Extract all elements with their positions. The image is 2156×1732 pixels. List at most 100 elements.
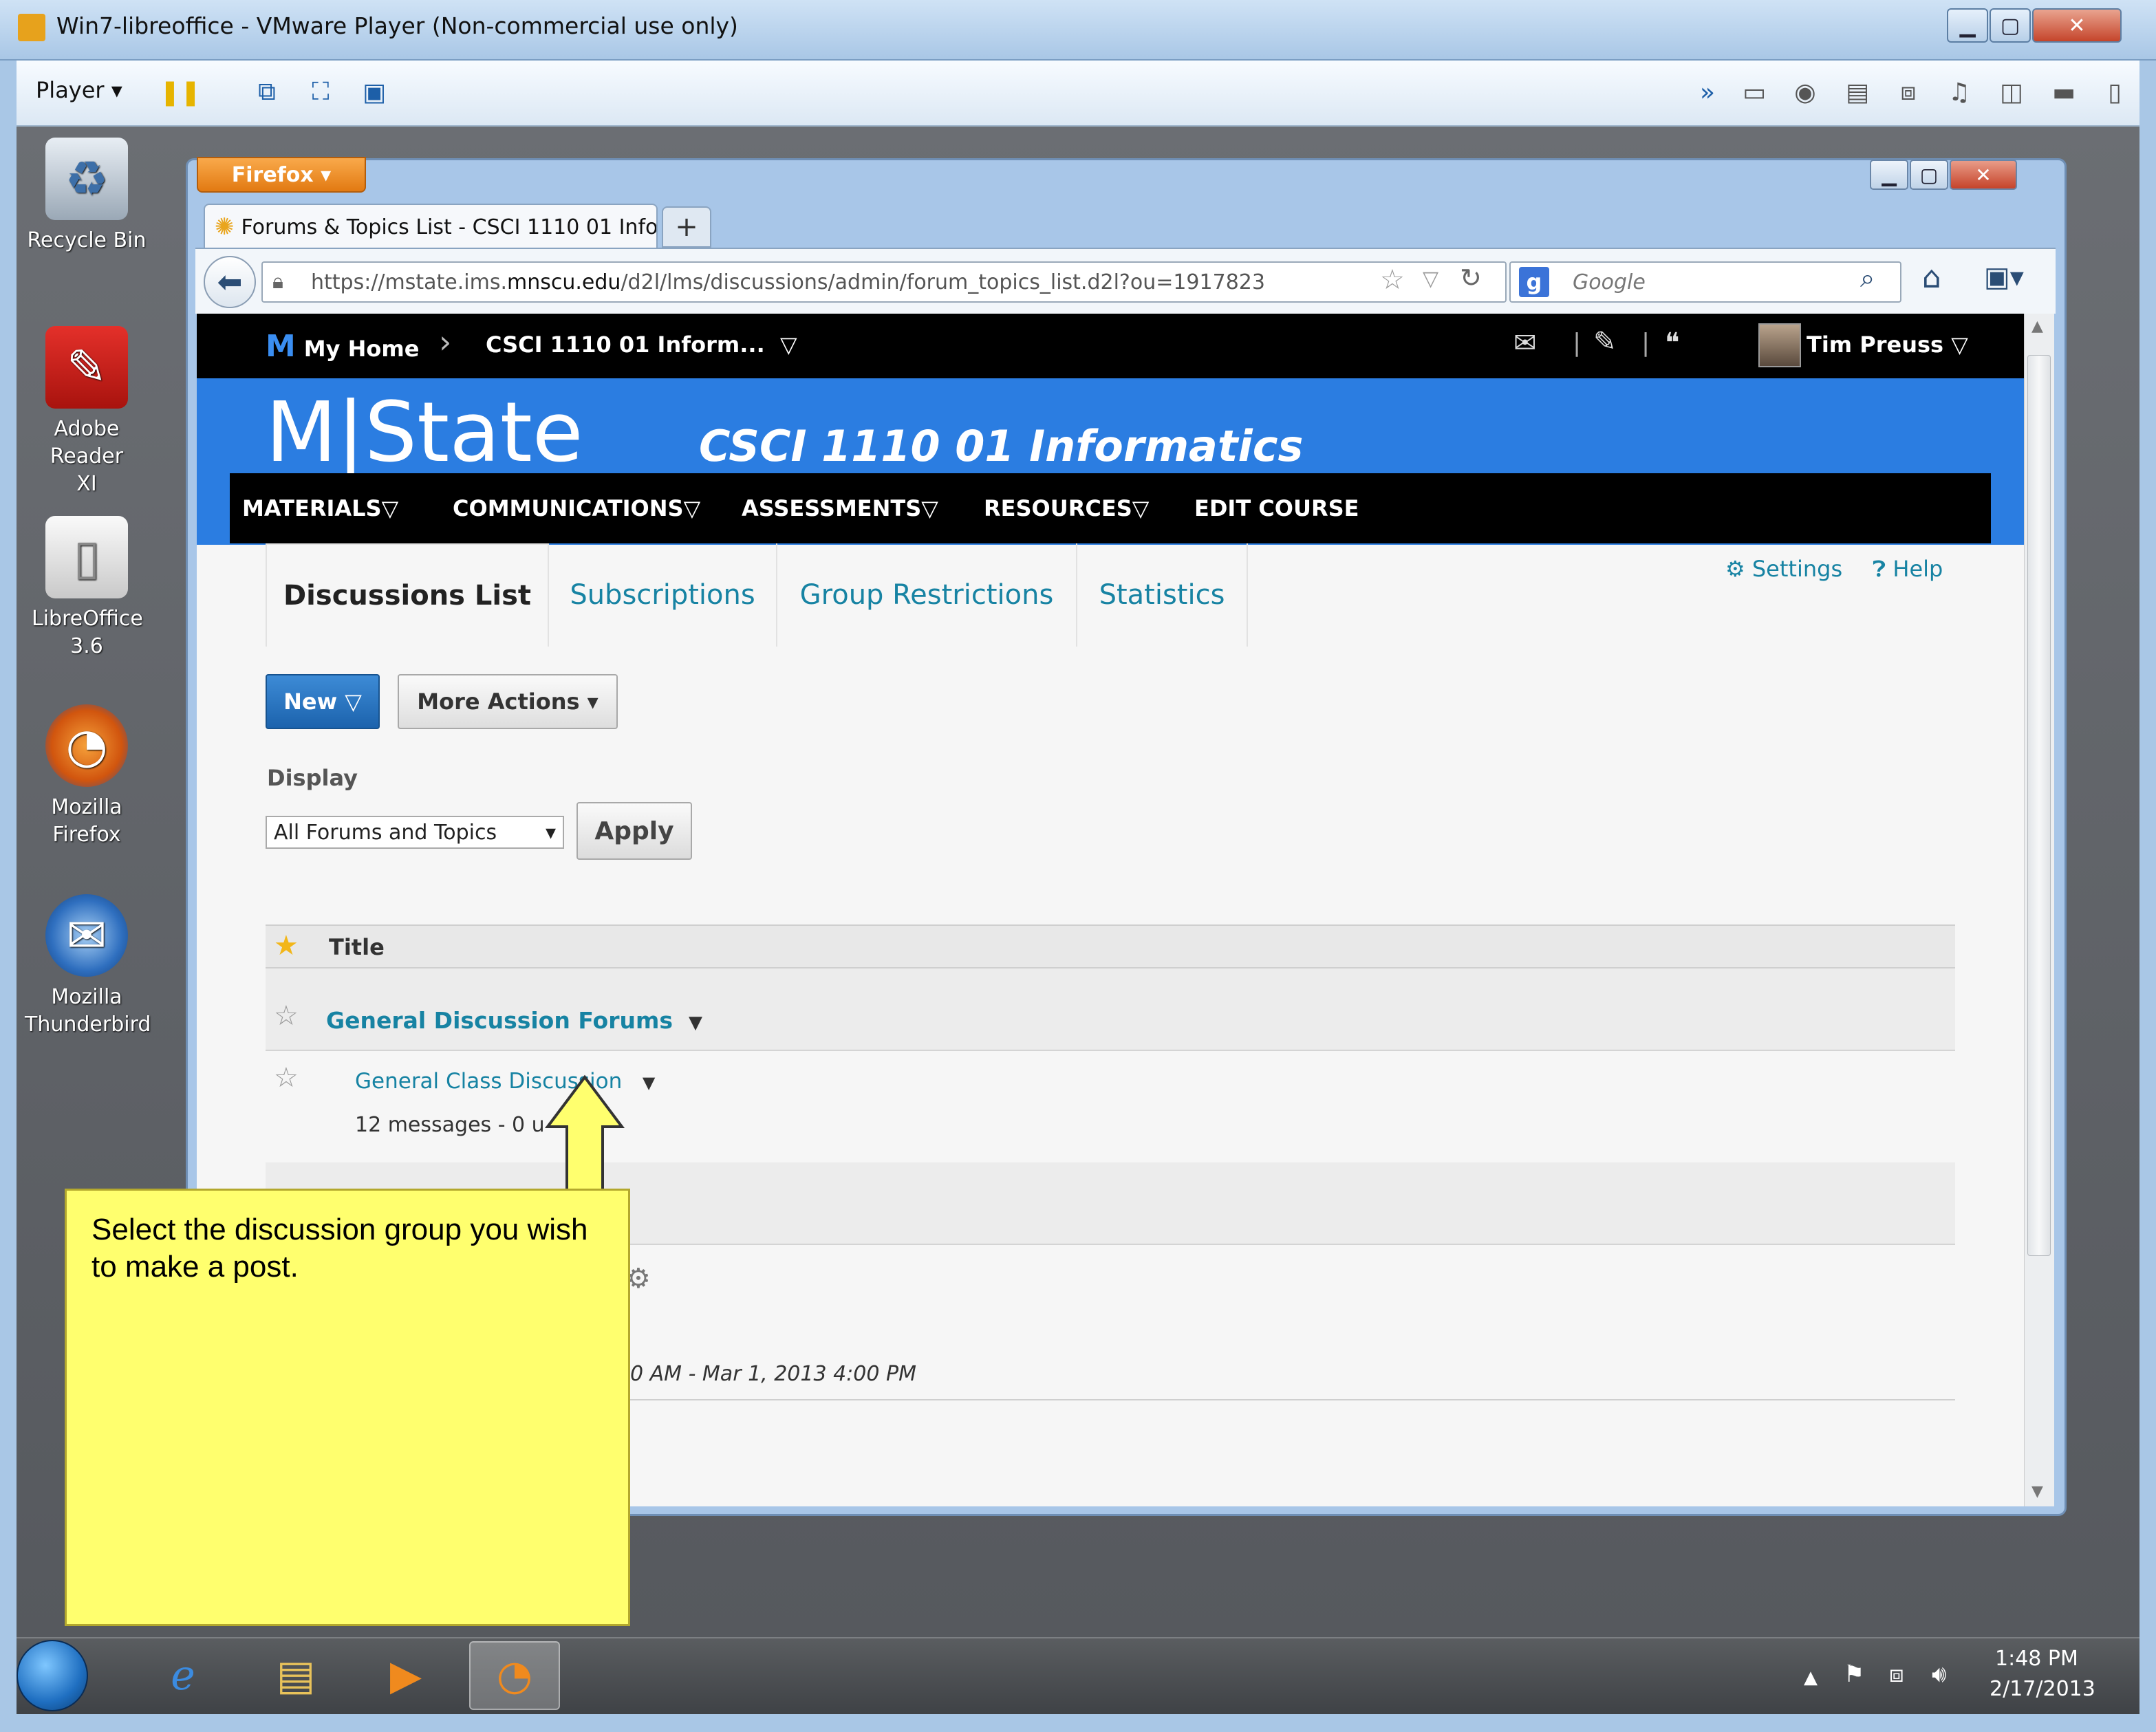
scroll-up-icon[interactable]: ▲ (2031, 318, 2043, 335)
firefox-menu-button[interactable]: Firefox ▾ (197, 157, 366, 193)
desktop-icon-adobe-reader[interactable]: ✎ Adobe Reader XI (18, 326, 155, 498)
floppy-icon[interactable]: ▤ (1841, 76, 1874, 109)
menu-materials[interactable]: MATERIALS ▽ (242, 473, 398, 543)
desktop-icon-firefox[interactable]: ◔ Mozilla Firefox (18, 704, 155, 849)
settings-link[interactable]: ⚙ Settings (1725, 556, 1842, 582)
firefox-minimize-button[interactable]: ▁ (1870, 160, 1908, 190)
more-devices-icon[interactable]: » (1691, 76, 1724, 109)
page-scrollbar[interactable]: ▲ ▼ (2024, 314, 2054, 1506)
firefox-close-button[interactable]: ✕ (1950, 160, 2017, 190)
new-tab-button[interactable]: + (662, 206, 711, 248)
firefox-taskbar-icon[interactable]: ◔ (469, 1641, 560, 1710)
help-icon: ❓︎ (1873, 556, 1886, 582)
mstate-logo: M|State (266, 385, 583, 481)
display-filter-select[interactable]: All Forums and Topics ▾ (266, 816, 564, 849)
star-outline-icon[interactable]: ☆ (274, 1062, 299, 1094)
send-ctrl-alt-del-icon[interactable]: ⧉ (250, 76, 283, 109)
pause-icon[interactable]: ❚❚ (160, 76, 201, 109)
my-home-link[interactable]: M My Home (266, 329, 419, 364)
recycle-bin-icon: ♻ (45, 138, 128, 220)
menu-assessments[interactable]: ASSESSMENTS ▽ (742, 473, 938, 543)
search-icon[interactable]: ⌕ (1860, 263, 1875, 294)
menu-resources[interactable]: RESOURCES ▽ (984, 473, 1149, 543)
vmware-frame-bottom (0, 1714, 2156, 1732)
bookmarks-menu-icon[interactable]: ▣▾ (1984, 261, 2024, 293)
libreoffice-icon: ▯ (45, 516, 128, 598)
topic-message-count: 12 messages - 0 u (355, 1113, 545, 1137)
title-column-header: Title (329, 934, 385, 960)
display-filter-value: All Forums and Topics (274, 820, 497, 845)
star-outline-icon[interactable]: ☆ (274, 1000, 299, 1032)
notifications-icon[interactable]: ✎ (1593, 326, 1617, 358)
usb-icon[interactable]: ◫ (1995, 76, 2028, 109)
avatar[interactable] (1758, 323, 1801, 367)
chevron-down-icon: ▽ (1951, 332, 1968, 358)
menu-edit-course[interactable]: EDIT COURSE (1194, 473, 1359, 543)
vmware-minimize-button[interactable]: ▁ (1947, 8, 1988, 43)
search-engine-icon[interactable]: g (1519, 267, 1549, 297)
mail-icon[interactable]: ✉ (1513, 327, 1537, 359)
discussion-tabs: Discussions List Subscriptions Group Res… (266, 543, 1248, 647)
firefox-maximize-button[interactable]: ▢ (1910, 160, 1948, 190)
vmware-toolbar: Player ▾ ❚❚ ⧉ ⛶ ▣ » ▭ ◉ ▤ ⧈ ♫ ◫ ▬ ▯ (17, 61, 2139, 127)
star-icon[interactable]: ★ (274, 930, 299, 962)
message-log-icon[interactable]: ▯ (2098, 76, 2131, 109)
more-actions-button[interactable]: More Actions ▾ (398, 674, 618, 729)
settings-label: Settings (1751, 556, 1843, 582)
browser-tab[interactable]: ✺ Forums & Topics List - CSCI 1110 01 In… (204, 204, 658, 249)
unity-icon[interactable]: ▣ (358, 76, 391, 109)
network-icon[interactable]: ⧈ (1889, 1660, 1904, 1688)
help-link[interactable]: ❓︎ Help (1873, 556, 1943, 583)
more-actions-label: More Actions (417, 689, 580, 715)
hard-disk-icon[interactable]: ▭ (1738, 76, 1771, 109)
course-selector[interactable]: CSCI 1110 01 Inform... ▽ (486, 332, 797, 358)
vmware-frame-left (0, 61, 17, 1714)
cd-drive-icon[interactable]: ◉ (1789, 76, 1822, 109)
volume-icon[interactable]: 🔊︎ (1932, 1660, 1946, 1688)
divider: | (1573, 329, 1582, 357)
media-player-icon[interactable]: ▶ (360, 1641, 451, 1710)
display-label: Display (267, 765, 358, 791)
fullscreen-icon[interactable]: ⛶ (304, 76, 337, 109)
desktop-icon-thunderbird[interactable]: ✉ Mozilla Thunderbird (18, 894, 155, 1039)
vmware-close-button[interactable]: ✕ (2032, 8, 2122, 43)
chevron-right-icon: › (439, 323, 452, 360)
search-input[interactable]: Google (1509, 261, 1901, 303)
player-menu[interactable]: Player ▾ (36, 77, 122, 103)
clock-date[interactable]: 2/17/2013 (1990, 1677, 2095, 1701)
tab-subscriptions[interactable]: Subscriptions (549, 543, 777, 647)
new-button[interactable]: New ▽ (266, 674, 380, 729)
tab-statistics[interactable]: Statistics (1077, 543, 1248, 647)
apply-button[interactable]: Apply (576, 802, 692, 860)
menu-communications[interactable]: COMMUNICATIONS ▽ (453, 473, 700, 543)
clock-time[interactable]: 1:48 PM (1995, 1647, 2078, 1671)
start-button[interactable] (17, 1640, 88, 1711)
desktop-icon-libreoffice[interactable]: ▯ LibreOffice 3.6 (18, 516, 155, 660)
display-icon[interactable]: ▬ (2047, 76, 2080, 109)
show-hidden-icons-icon[interactable]: ▲ (1804, 1667, 1818, 1688)
tab-group-restrictions[interactable]: Group Restrictions (777, 543, 1077, 647)
help-label: Help (1893, 556, 1943, 582)
network-adapter-icon[interactable]: ⧈ (1892, 76, 1925, 109)
url-bar[interactable]: https://mstate.ims. mnscu.edu/d2l/lms/dis… (261, 261, 1507, 303)
forum-link[interactable]: General Discussion Forums ▼ (326, 1007, 702, 1034)
internet-explorer-icon[interactable]: ℯ (138, 1641, 228, 1710)
vmware-window-title: Win7-libreoffice - VMware Player (Non-co… (56, 12, 738, 39)
desktop-icon-recycle-bin[interactable]: ♻ Recycle Bin (18, 138, 155, 255)
chat-icon[interactable]: ❝ (1665, 327, 1680, 359)
history-dropdown-icon[interactable]: ▽ (1423, 267, 1438, 291)
scroll-down-icon[interactable]: ▼ (2031, 1483, 2043, 1500)
sound-card-icon[interactable]: ♫ (1943, 76, 1976, 109)
bookmark-star-icon[interactable]: ☆ (1380, 264, 1405, 296)
url-prefix: https://mstate.ims. (311, 270, 508, 294)
back-button[interactable]: ⬅ (204, 256, 256, 308)
scroll-thumb[interactable] (2027, 355, 2051, 1256)
action-center-flag-icon[interactable]: ⚑ (1844, 1660, 1864, 1688)
vmware-maximize-button[interactable]: ▢ (1990, 8, 2031, 43)
tab-discussions-list[interactable]: Discussions List (266, 543, 549, 647)
home-icon[interactable]: ⌂ (1922, 260, 1941, 295)
user-menu[interactable]: Tim Preuss ▽ (1807, 332, 1968, 358)
reload-icon[interactable]: ↻ (1460, 263, 1482, 293)
file-explorer-icon[interactable]: ▤ (250, 1641, 341, 1710)
vmware-frame-right (2139, 61, 2156, 1714)
